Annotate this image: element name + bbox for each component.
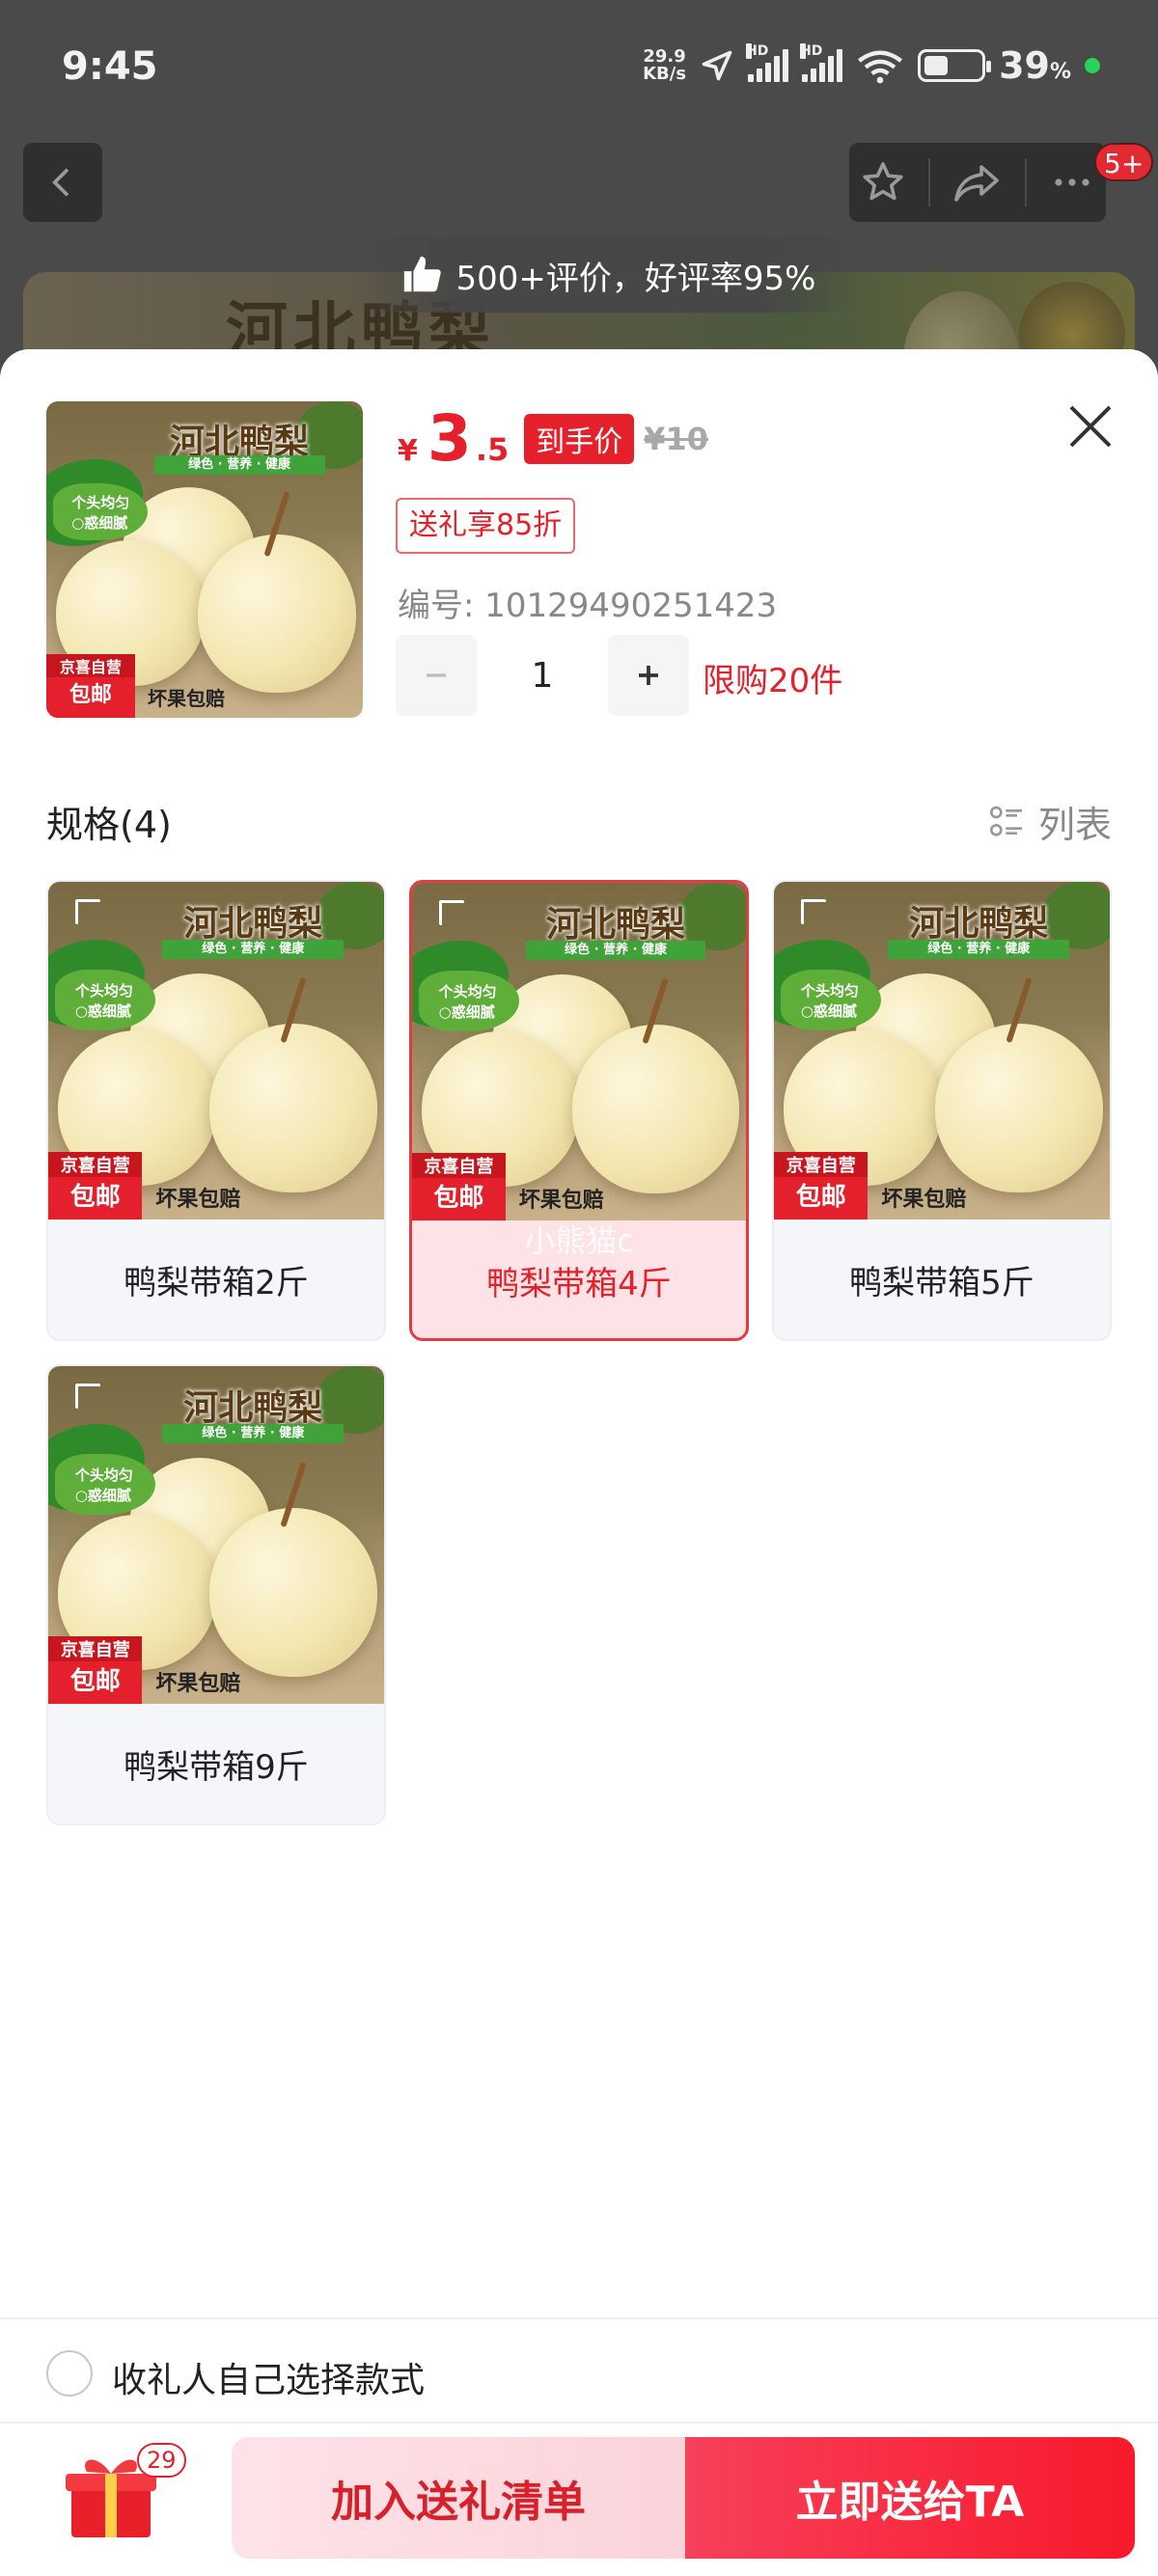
purchase-limit: 限购20件 xyxy=(703,662,843,700)
variant-image: 河北鸭梨 绿色 · 营养 · 健康 个头均匀 ○惑细腻 京喜自营 包邮 坏果包赔 xyxy=(412,883,746,1220)
wifi-icon xyxy=(858,50,903,84)
quantity-stepper: 1 xyxy=(396,635,689,716)
expand-icon[interactable] xyxy=(800,898,826,924)
quantity-value[interactable]: 1 xyxy=(477,656,608,696)
variant-card-2jin[interactable]: 河北鸭梨 绿色 · 营养 · 健康 个头均匀 ○惑细腻 京喜自营 包邮 坏果包赔 鸭… xyxy=(46,880,386,1341)
close-button[interactable] xyxy=(1062,397,1119,455)
star-icon[interactable] xyxy=(860,159,906,206)
gift-discount-badge: 送礼享85折 xyxy=(396,498,576,554)
variant-label: 鸭梨带箱9斤 xyxy=(124,1747,309,1787)
variant-image: 河北鸭梨 绿色 · 营养 · 健康 个头均匀 ○惑细腻 京喜自营 包邮 坏果包赔 xyxy=(48,1366,384,1704)
recipient-choice-radio[interactable] xyxy=(46,2350,93,2397)
status-time: 9:45 xyxy=(62,44,158,89)
status-icons: 29.9 KB/s HD HD 39% xyxy=(643,43,1100,87)
price-decimal: .5 xyxy=(475,431,510,468)
variant-card-5jin[interactable]: 河北鸭梨 绿色 · 营养 · 健康 个头均匀 ○惑细腻 京喜自营 包邮 坏果包赔 鸭… xyxy=(772,880,1112,1341)
variant-card-9jin[interactable]: 河北鸭梨 绿色 · 营养 · 健康 个头均匀 ○惑细腻 京喜自营 包邮 坏果包赔 鸭… xyxy=(46,1364,386,1825)
pear-product-image: 河北鸭梨 绿色 · 营养 · 健康 个头均匀 ○惑细腻 京喜自营 包邮 坏果包赔 xyxy=(46,401,363,718)
variant-card-4jin[interactable]: 河北鸭梨 绿色 · 营养 · 健康 个头均匀 ○惑细腻 京喜自营 包邮 坏果包赔 小… xyxy=(409,880,749,1341)
increase-quantity-button[interactable] xyxy=(608,635,689,716)
minus-icon xyxy=(427,673,446,677)
variant-label: 鸭梨带箱4斤 xyxy=(486,1264,672,1303)
send-now-button[interactable]: 立即送给TA xyxy=(685,2437,1135,2559)
chevron-left-icon xyxy=(52,168,69,197)
price-row: ¥ 3 .5 到手价 ¥10 xyxy=(398,407,708,471)
plus-icon xyxy=(639,666,658,685)
price-currency: ¥ xyxy=(398,434,418,468)
decrease-quantity-button[interactable] xyxy=(396,635,477,716)
variant-label: 鸭梨带箱5斤 xyxy=(849,1263,1034,1302)
location-arrow-icon xyxy=(702,50,732,81)
privacy-indicator-dot xyxy=(1085,58,1100,73)
price-integer: 3 xyxy=(427,401,472,476)
hd-label-1: HD xyxy=(746,43,769,59)
review-text: 500+评价，好评率95% xyxy=(455,259,816,298)
sku-selection-sheet: 河北鸭梨 绿色 · 营养 · 健康 个头均匀 ○惑细腻 京喜自营 包邮 坏果包赔 … xyxy=(0,349,1158,2576)
network-speed: 29.9 KB/s xyxy=(643,48,686,83)
recipient-choice-row[interactable]: 收礼人自己选择款式 xyxy=(0,2317,1158,2424)
image-subtitle: 绿色 · 营养 · 健康 xyxy=(153,454,325,475)
expand-icon[interactable] xyxy=(438,899,464,925)
variant-label: 鸭梨带箱2斤 xyxy=(124,1263,309,1302)
recipient-choice-label: 收礼人自己选择款式 xyxy=(112,2361,426,2400)
variant-image: 河北鸭梨 绿色 · 营养 · 健康 个头均匀 ○惑细腻 京喜自营 包邮 坏果包赔 xyxy=(774,882,1110,1219)
spec-title: 规格(4) xyxy=(46,804,172,846)
review-summary: 500+评价，好评率95% xyxy=(357,237,859,313)
status-bar: 9:45 29.9 KB/s HD HD 39% xyxy=(0,0,1158,135)
image-feature-bubble: 个头均匀 ○惑细腻 xyxy=(52,483,148,541)
close-icon xyxy=(1069,405,1112,448)
image-guarantee-text: 坏果包赔 xyxy=(147,687,225,711)
list-view-icon xyxy=(989,806,1022,836)
final-price-tag: 到手价 xyxy=(524,414,635,464)
thumbs-up-icon xyxy=(403,256,441,292)
variant-image: 河北鸭梨 绿色 · 营养 · 健康 个头均匀 ○惑细腻 京喜自营 包邮 坏果包赔 xyxy=(48,882,384,1219)
message-badge: 5+ xyxy=(1094,143,1154,181)
expand-icon[interactable] xyxy=(74,898,100,924)
battery-percent: 39% xyxy=(999,44,1071,87)
battery-icon xyxy=(918,49,992,82)
background-page: 河北鸭梨 9:45 29.9 KB/s HD HD 39% 5+ 500+评价，… xyxy=(0,0,1158,386)
network-speed-unit: KB/s xyxy=(643,64,687,84)
add-to-gift-list-button[interactable]: 加入送礼清单 xyxy=(232,2437,685,2559)
original-price: ¥10 xyxy=(644,421,709,457)
top-action-bar xyxy=(849,143,1106,222)
more-icon[interactable] xyxy=(1049,159,1095,206)
product-thumbnail[interactable]: 河北鸭梨 绿色 · 营养 · 健康 个头均匀 ○惑细腻 京喜自营 包邮 坏果包赔 xyxy=(46,401,363,718)
gift-count-badge: 29 xyxy=(137,2443,186,2478)
list-view-label: 列表 xyxy=(1037,804,1112,846)
hd-label-2: HD xyxy=(800,43,823,59)
cell-signal-2-icon: HD xyxy=(800,43,843,82)
jd-self-operated-badge: 京喜自营 包邮 xyxy=(46,654,135,718)
cell-signal-1-icon: HD xyxy=(746,43,789,82)
back-button[interactable] xyxy=(23,143,102,222)
expand-icon[interactable] xyxy=(74,1383,100,1409)
list-view-toggle[interactable]: 列表 xyxy=(988,795,1112,848)
sku-number: 编号: 10129490251423 xyxy=(398,587,778,625)
share-icon[interactable] xyxy=(952,159,1003,206)
